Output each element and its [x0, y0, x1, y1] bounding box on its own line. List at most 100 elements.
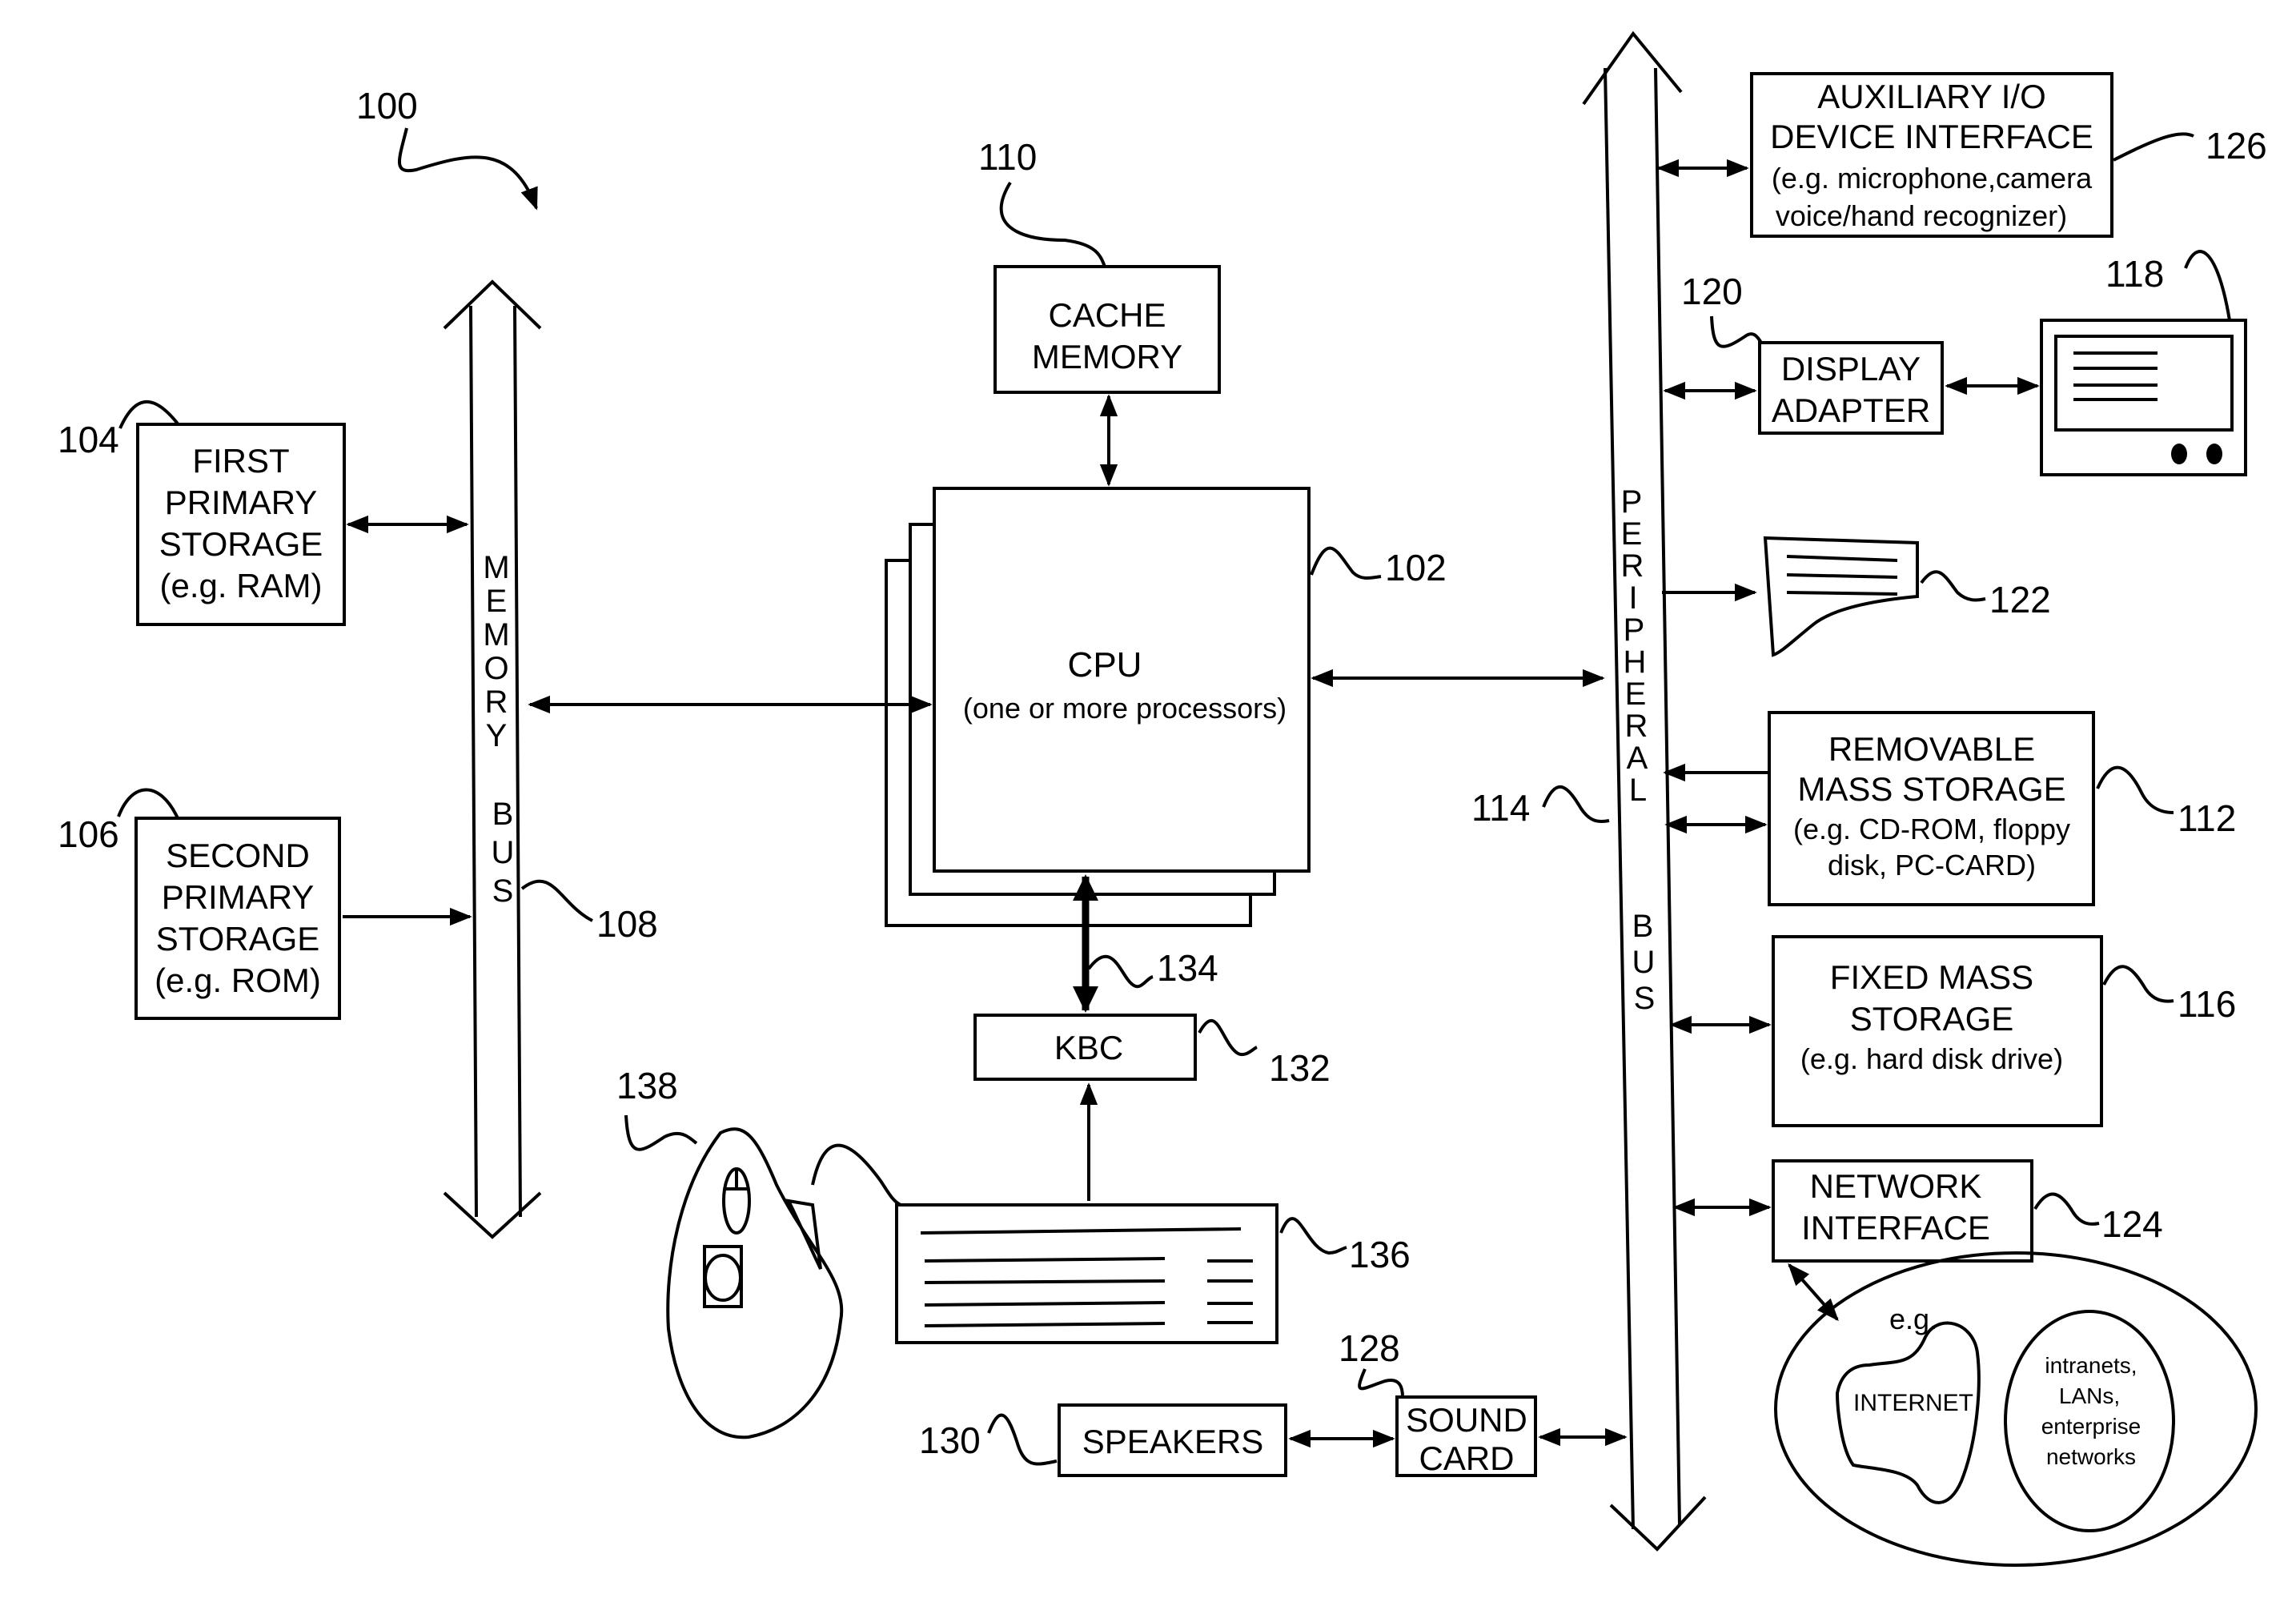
removable-storage-box: REMOVABLE MASS STORAGE (e.g. CD-ROM, flo…: [1768, 711, 2095, 906]
memory-bus-leader: [520, 879, 593, 922]
kbc-link-leader: [1087, 954, 1154, 989]
bus-letter: Y: [486, 718, 508, 753]
private-network-line: LANs,: [2059, 1383, 2120, 1408]
cpu-leader: [1310, 546, 1382, 580]
network-interface-ref: 124: [2101, 1203, 2163, 1245]
pointing-devices-leader: [624, 1114, 698, 1151]
box-line: NETWORK: [1810, 1167, 1982, 1205]
box-line: PRIMARY: [165, 484, 318, 521]
display-adapter-ref: 120: [1681, 271, 1743, 312]
display-ref: 118: [2105, 253, 2164, 295]
box-line: REMOVABLE: [1828, 730, 2035, 768]
bus-letter: M: [483, 550, 509, 585]
peripheral-bus-right-edge: [1654, 67, 1681, 1526]
box-line: ADAPTER: [1772, 391, 1930, 429]
cpu-ref: 102: [1385, 547, 1447, 588]
box-line: AUXILIARY I/O: [1817, 78, 2046, 115]
bus-letter: R: [1621, 548, 1644, 584]
display-adapter-leader: [1710, 315, 1763, 348]
memory-bus-left-edge: [469, 305, 478, 1218]
network-interface-leader: [2033, 1192, 2100, 1226]
kbc-link-ref: 134: [1157, 947, 1218, 989]
cache-memory-box: CACHE MEMORY: [993, 265, 1221, 394]
removable-storage-leader: [2096, 765, 2174, 814]
speakers-ref: 130: [919, 1419, 981, 1461]
private-network-line: networks: [2046, 1444, 2136, 1469]
cpu-box: CPU (one or more processors): [885, 487, 1311, 927]
bus-letter: U: [492, 835, 515, 870]
kbc-ref: 132: [1269, 1047, 1331, 1089]
internet-label: INTERNET: [1853, 1390, 1973, 1416]
box-line: SOUND: [1406, 1401, 1527, 1439]
bus-letter: H: [1624, 644, 1647, 680]
private-network-line: enterprise: [2041, 1414, 2141, 1439]
bus-letter: I: [1628, 580, 1637, 616]
box-line: disk, PC-CARD): [1828, 849, 2036, 881]
first-primary-storage-ref: 104: [58, 419, 119, 460]
fixed-storage-ref: 116: [2178, 983, 2236, 1025]
bus-letter: R: [485, 685, 508, 720]
speakers-label: SPEAKERS: [1082, 1423, 1263, 1460]
bus-letter: R: [1625, 709, 1648, 744]
bus-letter: O: [484, 651, 508, 686]
bus-letter: E: [1621, 516, 1643, 552]
network-cloud: e.g. INTERNET intranets, LANs, enterpris…: [1774, 1251, 2258, 1567]
bus-letter: P: [1621, 484, 1643, 520]
speakers-leader: [987, 1413, 1058, 1466]
box-line: (e.g. hard disk drive): [1800, 1042, 2063, 1075]
box-line: DEVICE INTERFACE: [1770, 118, 2093, 155]
bus-letter: B: [1632, 909, 1654, 944]
box-line: CACHE: [1048, 296, 1166, 334]
box-line: MEMORY: [1032, 338, 1182, 375]
memory-bus-bottom-arrowhead: [443, 1191, 542, 1239]
box-line: MASS STORAGE: [1797, 770, 2065, 808]
box-line: STORAGE: [159, 525, 323, 563]
cpu-subtitle: (one or more processors): [963, 692, 1286, 725]
box-line: FIXED MASS: [1830, 958, 2033, 996]
sound-card-box: SOUND CARD: [1395, 1395, 1537, 1477]
keyboard-icon: [895, 1203, 1278, 1344]
aux-io-ref: 126: [2206, 125, 2267, 167]
box-line: (e.g. ROM): [155, 962, 321, 999]
private-network-line: intranets,: [2045, 1353, 2137, 1378]
speakers-box: SPEAKERS: [1058, 1403, 1287, 1477]
cache-memory-ref: 110: [978, 136, 1037, 178]
peripheral-bus-top-arrowhead: [1582, 30, 1683, 106]
peripheral-bus-leader: [1542, 785, 1610, 824]
sound-card-ref: 128: [1339, 1327, 1400, 1369]
network-ellipse: [1774, 1251, 2258, 1567]
display-monitor-icon: [2040, 319, 2247, 476]
bus-letter: U: [1632, 945, 1656, 980]
box-line: (e.g. microphone,camera: [1772, 162, 2093, 195]
kbc-link-bottom-arrowhead: [1073, 986, 1098, 1013]
stylus-icon: [785, 1198, 822, 1270]
cpu-title: CPU: [1068, 645, 1142, 685]
box-line: STORAGE: [1850, 1000, 2014, 1038]
box-line: (e.g. RAM): [159, 567, 322, 604]
figure-ref-label: 100: [356, 85, 418, 126]
computer-system-diagram: 100 M E M O R Y B U S 108 104 FIRST PRIM…: [58, 30, 2267, 1567]
memory-bus: M E M O R Y B U S: [443, 279, 542, 1239]
peripheral-bus-ref: 114: [1471, 787, 1530, 829]
keyboard-ref: 136: [1349, 1234, 1411, 1275]
figure-ref-leader: [398, 127, 538, 211]
kbc-label: KBC: [1054, 1029, 1123, 1066]
box-line: DISPLAY: [1781, 350, 1921, 387]
network-interface-box: NETWORK INTERFACE: [1772, 1159, 2033, 1263]
aux-io-leader: [2113, 132, 2194, 162]
fixed-storage-leader: [2102, 965, 2174, 1003]
display-adapter-box: DISPLAY ADAPTER: [1758, 341, 1944, 435]
bus-letter: P: [1624, 612, 1645, 648]
first-primary-storage-box: FIRST PRIMARY STORAGE (e.g. RAM): [136, 423, 346, 626]
box-line: PRIMARY: [162, 878, 315, 916]
display-leader: [2184, 250, 2231, 321]
second-primary-storage-box: SECOND PRIMARY STORAGE (e.g. ROM): [134, 817, 341, 1020]
pointing-devices-icon: [666, 1127, 901, 1439]
box-line: SECOND: [166, 837, 310, 874]
memory-bus-top-arrowhead: [443, 279, 542, 330]
removable-storage-ref: 112: [2178, 797, 2236, 839]
bus-letter: L: [1629, 773, 1647, 808]
bus-letter: E: [1625, 677, 1647, 712]
peripheral-bus: P E R I P H E R A L B U S: [1582, 30, 1707, 1552]
bus-letter: B: [492, 797, 514, 832]
